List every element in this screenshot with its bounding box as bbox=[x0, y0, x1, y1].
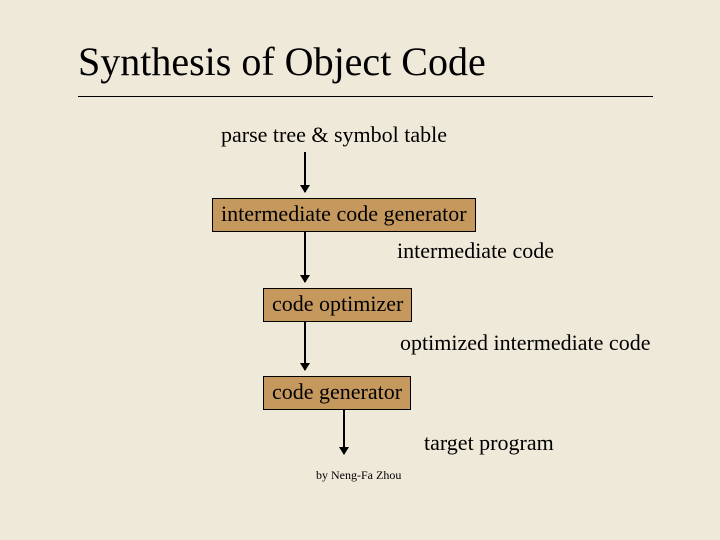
arrow-3 bbox=[304, 322, 306, 370]
label-input: parse tree & symbol table bbox=[221, 122, 447, 148]
slide: Synthesis of Object Code parse tree & sy… bbox=[0, 0, 720, 540]
page-title: Synthesis of Object Code bbox=[78, 38, 486, 85]
box-code-optimizer: code optimizer bbox=[263, 288, 412, 322]
title-underline bbox=[78, 96, 653, 97]
arrow-4 bbox=[343, 410, 345, 454]
label-intermediate-code: intermediate code bbox=[397, 238, 554, 264]
label-optimized-code: optimized intermediate code bbox=[400, 330, 650, 356]
box-code-generator: code generator bbox=[263, 376, 411, 410]
label-target-program: target program bbox=[424, 430, 554, 456]
box-intermediate-code-generator: intermediate code generator bbox=[212, 198, 476, 232]
footer-author: by Neng-Fa Zhou bbox=[316, 468, 401, 483]
arrow-1 bbox=[304, 152, 306, 192]
arrow-2 bbox=[304, 232, 306, 282]
